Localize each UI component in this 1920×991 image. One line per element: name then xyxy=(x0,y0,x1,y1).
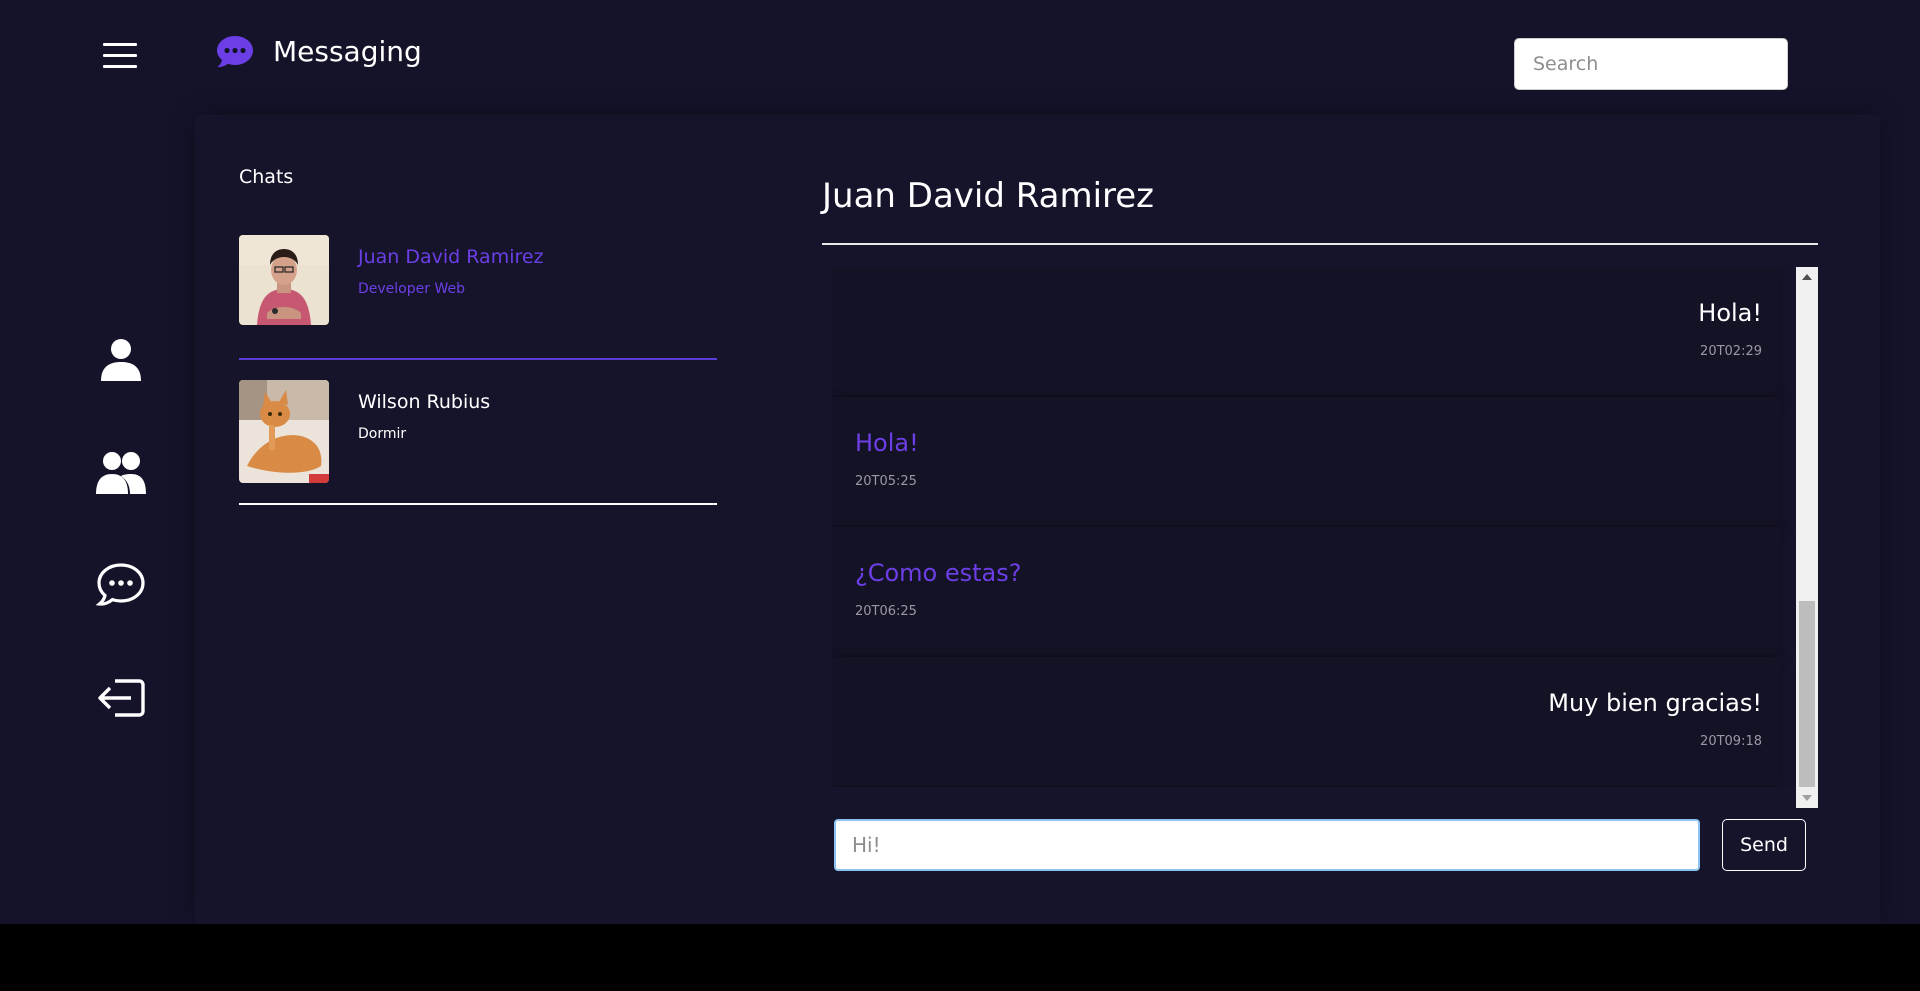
conversation-divider xyxy=(822,243,1818,245)
message-text: ¿Como estas? xyxy=(855,559,1022,587)
message-input[interactable] xyxy=(834,819,1700,871)
message-scrollbar[interactable] xyxy=(1796,267,1818,808)
chat-contact-name: Juan David Ramirez xyxy=(358,246,544,268)
chat-list-item-wilson[interactable]: Wilson Rubius Dormir xyxy=(239,380,717,505)
avatar-wilson xyxy=(239,380,329,483)
scroll-up-arrow-icon[interactable] xyxy=(1796,267,1818,287)
message-item: Muy bien gracias! 20T09:18 xyxy=(832,657,1780,785)
message-text: Muy bien gracias! xyxy=(1548,689,1762,717)
users-group-icon[interactable] xyxy=(95,450,147,496)
chat-contact-status: Dormir xyxy=(358,426,407,442)
app-title: Messaging xyxy=(273,34,422,68)
conversation-title: Juan David Ramirez xyxy=(822,176,1155,216)
message-text: Hola! xyxy=(1698,299,1762,327)
message-list[interactable]: Hola! 20T02:29 Hola! 20T05:25 ¿Como esta… xyxy=(832,267,1796,787)
user-icon[interactable] xyxy=(95,337,147,383)
message-timestamp: 20T09:18 xyxy=(1700,734,1762,749)
message-item: Hola! 20T05:25 xyxy=(832,397,1780,525)
message-timestamp: 20T06:25 xyxy=(855,604,917,619)
hamburger-menu-icon[interactable] xyxy=(103,41,137,71)
avatar-juan xyxy=(239,235,329,325)
scrollbar-thumb[interactable] xyxy=(1799,601,1815,787)
chats-heading: Chats xyxy=(239,166,294,188)
logout-icon[interactable] xyxy=(95,675,147,721)
chat-bubble-icon xyxy=(217,36,253,68)
message-item: Hola! 20T02:29 xyxy=(832,267,1780,395)
chat-contact-status: Developer Web xyxy=(358,281,465,297)
search-input[interactable] xyxy=(1514,38,1788,90)
message-timestamp: 20T05:25 xyxy=(855,474,917,489)
scroll-down-arrow-icon[interactable] xyxy=(1796,788,1818,808)
chat-list-divider xyxy=(239,503,717,505)
chat-list-divider xyxy=(239,358,717,360)
send-button[interactable]: Send xyxy=(1722,819,1806,871)
app-root: Messaging Chats xyxy=(0,0,1920,924)
chat-contact-name: Wilson Rubius xyxy=(358,391,491,413)
brand: Messaging xyxy=(216,34,422,68)
message-item: ¿Como estas? 20T06:25 xyxy=(832,527,1780,655)
message-text: Hola! xyxy=(855,429,919,457)
message-timestamp: 20T02:29 xyxy=(1700,344,1762,359)
chat-dots-icon[interactable] xyxy=(95,562,147,608)
chat-list-item-juan[interactable]: Juan David Ramirez Developer Web xyxy=(239,235,717,360)
